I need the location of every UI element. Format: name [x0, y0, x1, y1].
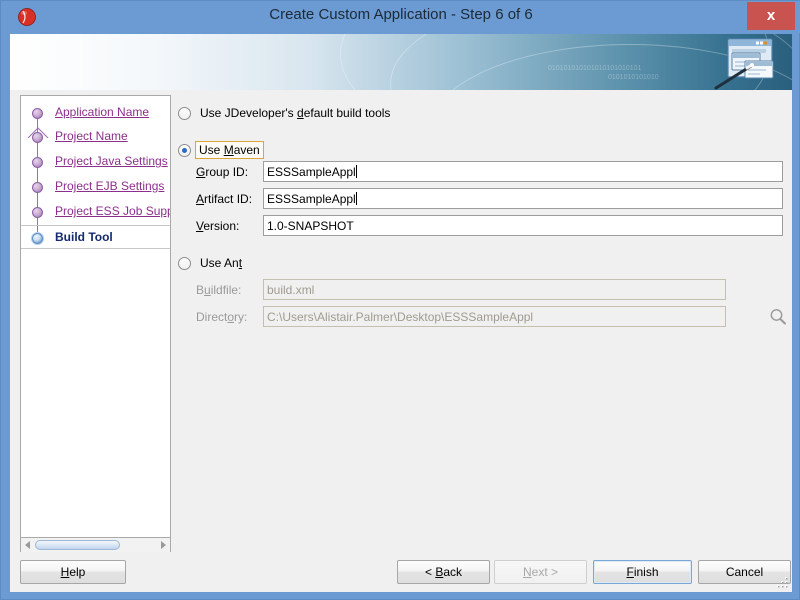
- scroll-left-arrow-icon[interactable]: [25, 541, 30, 549]
- step-bullet-icon: [32, 132, 43, 143]
- finish-button[interactable]: Finish: [593, 560, 692, 584]
- step-bullet-icon: [32, 157, 43, 168]
- magnifier-browse-icon: [768, 307, 788, 327]
- directory-input: C:\Users\Alistair.Palmer\Desktop\ESSSamp…: [263, 306, 726, 327]
- sidebar-horizontal-scrollbar[interactable]: [20, 538, 171, 553]
- radio-label[interactable]: Use Ant: [197, 255, 245, 271]
- sidebar-item-label: Build Tool: [55, 230, 113, 244]
- version-label: Version:: [196, 219, 239, 233]
- sidebar-item-label[interactable]: Project Java Settings: [55, 154, 168, 168]
- group-id-label: Group ID:: [196, 165, 248, 179]
- buildfile-input: build.xml: [263, 279, 726, 300]
- sidebar-item-project-name[interactable]: Project Name: [21, 125, 170, 149]
- radio-button[interactable]: [178, 107, 191, 120]
- scrollbar-thumb[interactable]: [35, 540, 120, 550]
- sidebar-item-label[interactable]: Project Name: [55, 129, 128, 143]
- banner-binary-text-1: 010101010101010101010101: [548, 65, 641, 72]
- sidebar-item-label[interactable]: Project EJB Settings: [55, 179, 164, 193]
- artifact-id-input[interactable]: ESSSampleAppl: [263, 188, 783, 209]
- radio-label[interactable]: Use JDeveloper's default build tools: [197, 105, 393, 121]
- sidebar-item-label[interactable]: Application Name: [55, 105, 149, 119]
- window-title: Create Custom Application - Step 6 of 6: [1, 6, 800, 23]
- resize-grip[interactable]: [775, 575, 789, 589]
- radio-label[interactable]: Use Maven: [195, 141, 264, 159]
- step-bullet-icon: [32, 108, 43, 119]
- step-bullet-icon: [32, 182, 43, 193]
- sidebar-item-project-ejb-settings[interactable]: Project EJB Settings: [21, 175, 170, 199]
- buildfile-label: Buildfile:: [196, 283, 241, 297]
- build-environment-form: Use JDeveloper's default build tools Use…: [173, 95, 785, 538]
- step-bullet-icon: [32, 207, 43, 218]
- radio-button[interactable]: [178, 257, 191, 270]
- next-button: Next >: [494, 560, 587, 584]
- wizard-step-list: Application Name Project Name Project Ja…: [20, 95, 171, 538]
- dialog-button-bar: Help < Back Next > Finish Cancel: [10, 552, 792, 592]
- group-id-value: ESSSampleAppl: [267, 165, 356, 179]
- sidebar-item-application-name[interactable]: Application Name: [21, 101, 170, 125]
- scroll-right-arrow-icon[interactable]: [161, 541, 166, 549]
- text-caret: [356, 192, 357, 205]
- wizard-banner: 010101010101010101010101 0101010101010: [10, 34, 792, 90]
- artifact-id-label: Artifact ID:: [196, 192, 252, 206]
- back-button[interactable]: < Back: [397, 560, 490, 584]
- sidebar-item-label[interactable]: Project ESS Job Support: [55, 204, 170, 218]
- help-button[interactable]: Help: [20, 560, 126, 584]
- wizard-window-wand-icon: [704, 38, 780, 90]
- radio-button[interactable]: [178, 144, 191, 157]
- dialog-window: Create Custom Application - Step 6 of 6 …: [0, 0, 800, 600]
- dialog-content: Application Name Project Name Project Ja…: [10, 90, 792, 552]
- sidebar-item-build-tool[interactable]: Build Tool: [21, 226, 170, 250]
- step-bullet-current-icon: [32, 233, 43, 244]
- text-caret: [356, 165, 357, 178]
- artifact-id-value: ESSSampleAppl: [267, 192, 356, 206]
- close-button[interactable]: x: [747, 2, 795, 30]
- version-input[interactable]: 1.0-SNAPSHOT: [263, 215, 783, 236]
- directory-label: Directory:: [196, 310, 247, 324]
- radio-selected-dot: [182, 148, 187, 153]
- banner-binary-text-2: 0101010101010: [608, 74, 659, 81]
- group-id-input[interactable]: ESSSampleAppl: [263, 161, 783, 182]
- sidebar-item-project-ess-job-support[interactable]: Project ESS Job Support: [21, 200, 170, 224]
- sidebar-item-project-java-settings[interactable]: Project Java Settings: [21, 150, 170, 174]
- title-bar: Create Custom Application - Step 6 of 6 …: [1, 1, 800, 33]
